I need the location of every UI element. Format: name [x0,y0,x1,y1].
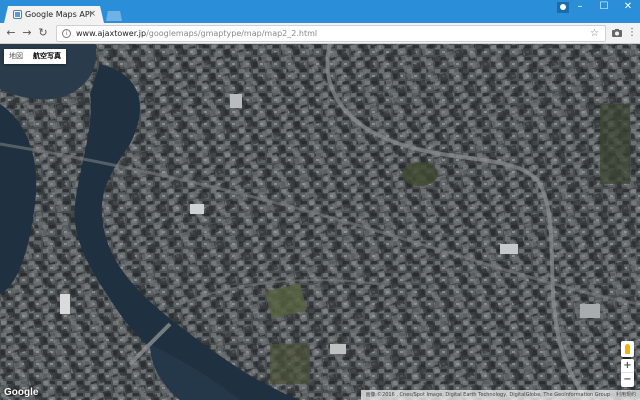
zoom-control: + − [621,359,634,387]
tab-strip: Google Maps API サンプル × – ☐ ✕ [0,0,640,23]
browser-window: Google Maps API サンプル × – ☐ ✕ ← → ↻ i www… [0,0,640,400]
zoom-in-button[interactable]: + [621,359,634,373]
tab-title: Google Maps API サンプル [25,10,91,19]
info-icon[interactable]: i [62,29,71,38]
browser-menu-icon[interactable]: ⋮ [627,26,637,40]
terms-link[interactable]: 利用規約 [616,392,636,398]
reload-button[interactable]: ↻ [36,26,50,40]
attribution-text: 画像 ©2016 , Cnes/Spot Image, Digital Eart… [365,392,610,398]
map-type-option-map[interactable]: 地図 [4,49,28,64]
close-window-button[interactable]: ✕ [616,0,640,14]
map-type-control: 地図 航空写真 [4,49,66,64]
zoom-out-button[interactable]: − [621,373,634,387]
forward-button[interactable]: → [20,26,34,40]
google-logo: Google [4,387,39,398]
maximize-button[interactable]: ☐ [592,0,616,14]
close-tab-icon[interactable]: × [88,8,96,20]
favicon-icon [13,10,22,19]
street-view-pegman-icon[interactable] [621,341,634,357]
url-text[interactable]: www.ajaxtower.jp/googlemaps/gmaptype/map… [76,28,317,39]
browser-toolbar: ← → ↻ i www.ajaxtower.jp/googlemaps/gmap… [0,23,640,44]
satellite-imagery [0,44,640,400]
map-attribution: 画像 ©2016 , Cnes/Spot Image, Digital Eart… [361,390,640,400]
address-bar[interactable]: i www.ajaxtower.jp/googlemaps/gmaptype/m… [56,25,606,42]
url-domain: www.ajaxtower.jp [76,29,147,38]
map-canvas[interactable]: 地図 航空写真 Google 画像 ©2016 , Cnes/Spot Imag… [0,44,640,400]
url-path: /googlemaps/gmaptype/map/map2_2.html [146,29,318,38]
map-type-option-satellite[interactable]: 航空写真 [28,49,66,64]
new-tab-button[interactable] [106,11,122,21]
browser-tab[interactable]: Google Maps API サンプル × [4,6,104,23]
back-button[interactable]: ← [4,26,18,40]
bookmark-star-icon[interactable]: ☆ [590,27,599,40]
minimize-button[interactable]: – [568,0,592,14]
camera-icon[interactable] [611,27,623,39]
